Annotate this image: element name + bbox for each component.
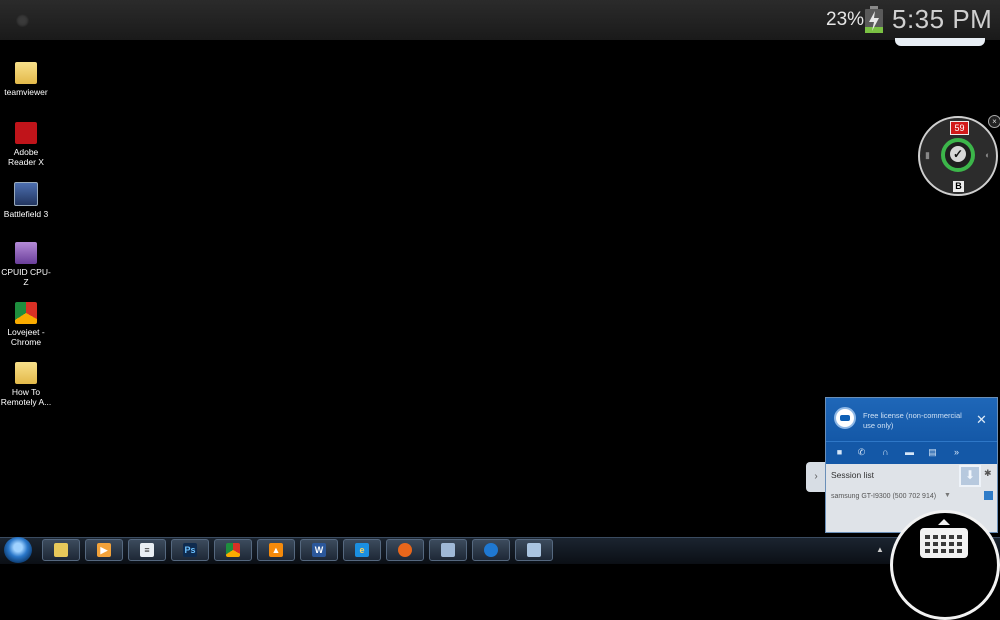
- ring-right-icon[interactable]: ◐: [985, 150, 990, 160]
- tv-close-icon[interactable]: ✕: [976, 412, 987, 428]
- tv-header: Free license (non-commercial use only) ✕: [826, 398, 997, 441]
- remote-desktop-icon: [527, 543, 541, 557]
- download-icon[interactable]: [959, 465, 981, 487]
- notepad-icon: ≡: [140, 543, 154, 557]
- tv-license-text: Free license (non-commercial use only): [863, 411, 962, 430]
- gear-icon[interactable]: ✱: [984, 468, 992, 479]
- keyboard-arrow-up-icon: [938, 519, 950, 525]
- taskbar-photoshop[interactable]: Ps: [171, 539, 209, 561]
- ring-b-badge: B: [953, 181, 964, 192]
- folder-icon: [54, 543, 68, 557]
- tv-toolbar: ■ ✆ ∩ ▬ ▤ »: [826, 441, 997, 464]
- desktop-icon-how-to[interactable]: How To Remotely A...: [0, 362, 52, 407]
- taskbar-word[interactable]: W: [300, 539, 338, 561]
- desktop-icon-label: Lovejeet - Chrome: [7, 327, 45, 347]
- folder-icon: [15, 362, 37, 384]
- teamviewer-icon: [484, 543, 498, 557]
- keyboard-button[interactable]: [890, 510, 1000, 620]
- ring-count-badge: 59: [950, 121, 969, 135]
- ring-left-icon[interactable]: ▮: [925, 150, 930, 161]
- check-icon: ✓: [950, 146, 966, 162]
- vlc-icon: ▲: [269, 543, 283, 557]
- game-icon: [14, 182, 38, 206]
- word-icon: W: [312, 543, 326, 557]
- chevron-down-icon[interactable]: ▼: [944, 492, 951, 499]
- taskbar-firefox[interactable]: [386, 539, 424, 561]
- battery-charging-icon: [865, 6, 883, 33]
- tv-device-status-icon[interactable]: [984, 491, 993, 500]
- files-icon[interactable]: ▤: [927, 447, 938, 458]
- video-icon[interactable]: ■: [834, 447, 845, 458]
- teamviewer-panel: Free license (non-commercial use only) ✕…: [825, 397, 998, 533]
- taskbar-media-player[interactable]: ▶: [85, 539, 123, 561]
- desktop-icon-teamviewer[interactable]: teamviewer: [0, 62, 52, 97]
- phone-icon[interactable]: ✆: [856, 447, 867, 458]
- desktop-icon-battlefield[interactable]: Battlefield 3: [0, 182, 52, 219]
- taskbar-remote-desktop[interactable]: [515, 539, 553, 561]
- ring-close-icon[interactable]: ×: [988, 115, 1000, 128]
- taskbar-teamviewer[interactable]: [472, 539, 510, 561]
- cpuz-icon: [15, 242, 37, 264]
- tray-show-hidden-icon[interactable]: ▲: [876, 545, 884, 554]
- expand-icon[interactable]: »: [951, 447, 962, 458]
- status-bar: 23% 5:35 PM: [0, 0, 1000, 40]
- photoshop-icon: Ps: [183, 543, 197, 557]
- taskbar-explorer[interactable]: [42, 539, 80, 561]
- taskbar-vlc[interactable]: ▲: [257, 539, 295, 561]
- notification-pull-tab[interactable]: [895, 38, 985, 46]
- start-button[interactable]: [4, 537, 32, 563]
- desktop-icon-label: CPUID CPU-Z: [1, 267, 51, 287]
- chrome-icon: [15, 302, 37, 324]
- tv-session-list: Session list: [831, 470, 874, 480]
- chat-icon[interactable]: ▬: [904, 447, 915, 458]
- battery-percent: 23%: [826, 9, 865, 30]
- virtualbox-icon: [441, 543, 455, 557]
- tv-panel-toggle[interactable]: ›: [806, 462, 826, 492]
- status-clock: 5:35 PM: [892, 4, 993, 34]
- firefox-icon: [398, 543, 412, 557]
- desktop-icon-cpuz[interactable]: CPUID CPU-Z: [0, 242, 52, 287]
- taskbar-virtualbox[interactable]: [429, 539, 467, 561]
- chrome-icon: [226, 543, 240, 557]
- folder-icon: [15, 62, 37, 84]
- pdf-icon: [15, 122, 37, 144]
- tv-device-entry[interactable]: samsung GT-I9300 (500 702 914): [831, 493, 936, 500]
- desktop-icon-label: Adobe Reader X: [8, 147, 44, 167]
- notification-dot-icon: [16, 14, 29, 27]
- taskbar-internet-explorer[interactable]: e: [343, 539, 381, 561]
- keyboard-icon: [920, 528, 968, 558]
- taskbar-chrome[interactable]: [214, 539, 252, 561]
- media-player-icon: ▶: [97, 543, 111, 557]
- headset-icon[interactable]: ∩: [880, 447, 891, 458]
- desktop-icon-label: teamviewer: [4, 87, 48, 97]
- desktop-icon-label: How To Remotely A...: [0, 387, 52, 407]
- taskbar-notepad[interactable]: ≡: [128, 539, 166, 561]
- desktop-icon-adobe-reader[interactable]: Adobe Reader X: [0, 122, 52, 167]
- desktop-icon-label: Battlefield 3: [3, 209, 49, 219]
- desktop-icon-chrome[interactable]: Lovejeet - Chrome: [0, 302, 52, 347]
- teamviewer-logo-icon: [834, 407, 856, 429]
- internet-explorer-icon: e: [355, 543, 369, 557]
